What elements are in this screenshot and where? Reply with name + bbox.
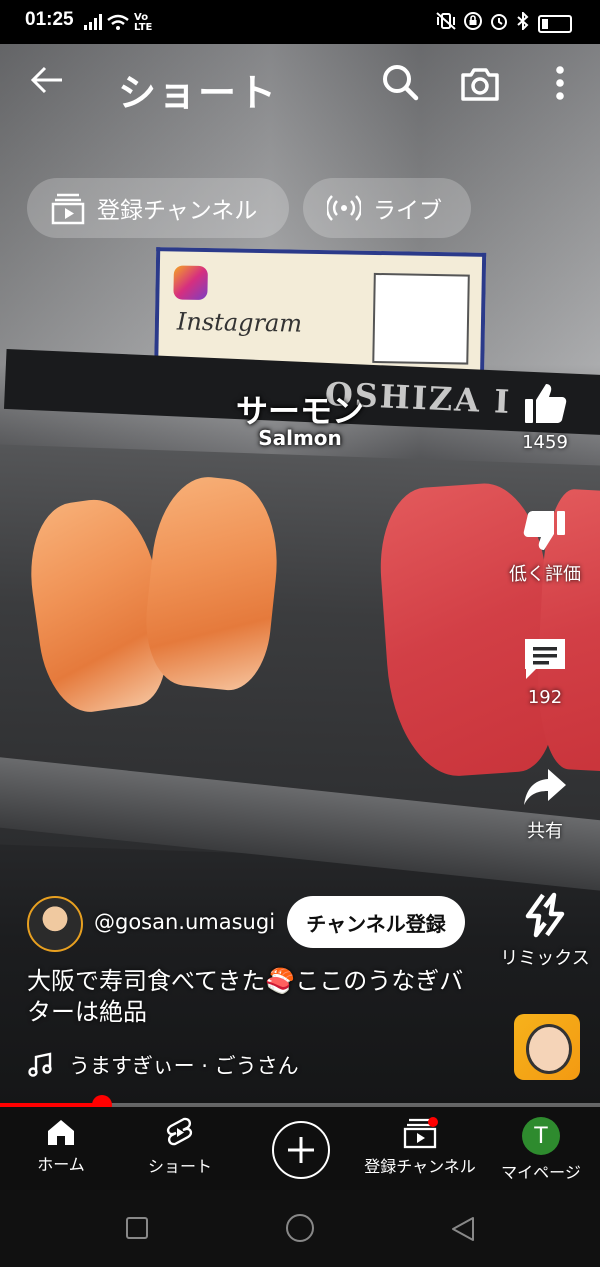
- thumbs-up-icon: [525, 384, 567, 423]
- home-circle-icon[interactable]: [285, 1213, 315, 1247]
- nav-subscriptions-label: 登録チャンネル: [364, 1157, 476, 1176]
- nav-home[interactable]: ホーム: [30, 1117, 92, 1175]
- subscribe-button[interactable]: チャンネル登録: [287, 896, 465, 948]
- shorts-icon: [166, 1117, 193, 1146]
- subscriptions-chip-label: 登録チャンネル: [97, 198, 258, 224]
- music-note-icon: [28, 1052, 52, 1077]
- more-options-icon[interactable]: [550, 64, 570, 104]
- dislike-label: 低く評価: [509, 564, 581, 585]
- back-triangle-icon[interactable]: [450, 1216, 476, 1246]
- live-broadcast-icon: [325, 191, 363, 225]
- status-bar: 01:25 Vo LTE: [0, 0, 600, 44]
- recents-square-icon[interactable]: [125, 1216, 149, 1244]
- back-arrow-icon[interactable]: [30, 64, 64, 104]
- like-button[interactable]: 1459: [490, 380, 600, 453]
- music-title: うますぎぃー · ごうさん: [69, 1054, 299, 1078]
- comment-button[interactable]: 192: [490, 635, 600, 708]
- qr-code: [372, 272, 470, 365]
- remix-icon: [525, 892, 565, 938]
- live-chip-label: ライブ: [373, 198, 442, 224]
- share-button[interactable]: 共有: [490, 765, 600, 843]
- battery-icon: [538, 14, 572, 33]
- share-label: 共有: [527, 821, 563, 842]
- shorts-header: ショート: [0, 50, 600, 120]
- home-icon: [48, 1120, 74, 1145]
- comment-count: 192: [527, 687, 563, 708]
- alarm-icon: [490, 12, 508, 35]
- subscriptions-chip[interactable]: 登録チャンネル: [27, 178, 289, 238]
- bluetooth-icon: [516, 10, 530, 35]
- vibrate-icon: [436, 12, 456, 35]
- search-icon[interactable]: [380, 62, 420, 102]
- remix-label: リミックス: [500, 948, 590, 969]
- thumbs-down-icon: [523, 511, 565, 550]
- music-row[interactable]: うますぎぃー · ごうさん: [27, 1050, 299, 1080]
- channel-handle[interactable]: @gosan.umasugi: [94, 910, 275, 934]
- comment-icon: [525, 639, 565, 679]
- sound-thumbnail-face: [526, 1024, 572, 1074]
- nav-mypage-label: マイページ: [501, 1163, 581, 1182]
- nav-home-label: ホーム: [37, 1155, 85, 1174]
- user-avatar: T: [522, 1117, 560, 1155]
- remix-button[interactable]: リミックス: [490, 892, 600, 970]
- plus-icon: [288, 1137, 314, 1163]
- live-chip[interactable]: ライブ: [303, 178, 471, 238]
- channel-avatar[interactable]: [27, 896, 83, 952]
- bottom-navigation: ホーム ショート 登録チャンネル T マイページ: [0, 1107, 600, 1190]
- system-navigation-bar: [0, 1190, 600, 1267]
- sign-brand-text: Instagram: [176, 307, 303, 338]
- nav-shorts[interactable]: ショート: [142, 1117, 218, 1177]
- status-right-icons: [436, 10, 572, 35]
- nav-shorts-label: ショート: [147, 1157, 212, 1176]
- instagram-logo-icon: [173, 265, 208, 301]
- video-description[interactable]: 大阪で寿司食べてきた🍣ここのうなぎバターは絶品: [27, 966, 477, 1028]
- nav-subscriptions[interactable]: 登録チャンネル: [360, 1117, 480, 1177]
- lock-icon: [464, 12, 482, 35]
- share-arrow-icon: [524, 769, 566, 805]
- create-button[interactable]: [272, 1121, 330, 1179]
- volte-text: Vo LTE: [134, 12, 153, 33]
- nav-mypage[interactable]: T マイページ: [498, 1117, 584, 1183]
- sound-thumbnail[interactable]: [514, 1014, 580, 1080]
- notification-dot: [428, 1117, 438, 1127]
- status-time: 01:25: [25, 9, 74, 30]
- page-title: ショート: [118, 71, 279, 115]
- camera-icon[interactable]: [460, 66, 500, 102]
- like-count: 1459: [522, 432, 568, 453]
- subscriptions-icon: [51, 191, 85, 225]
- dislike-button[interactable]: 低く評価: [490, 508, 600, 586]
